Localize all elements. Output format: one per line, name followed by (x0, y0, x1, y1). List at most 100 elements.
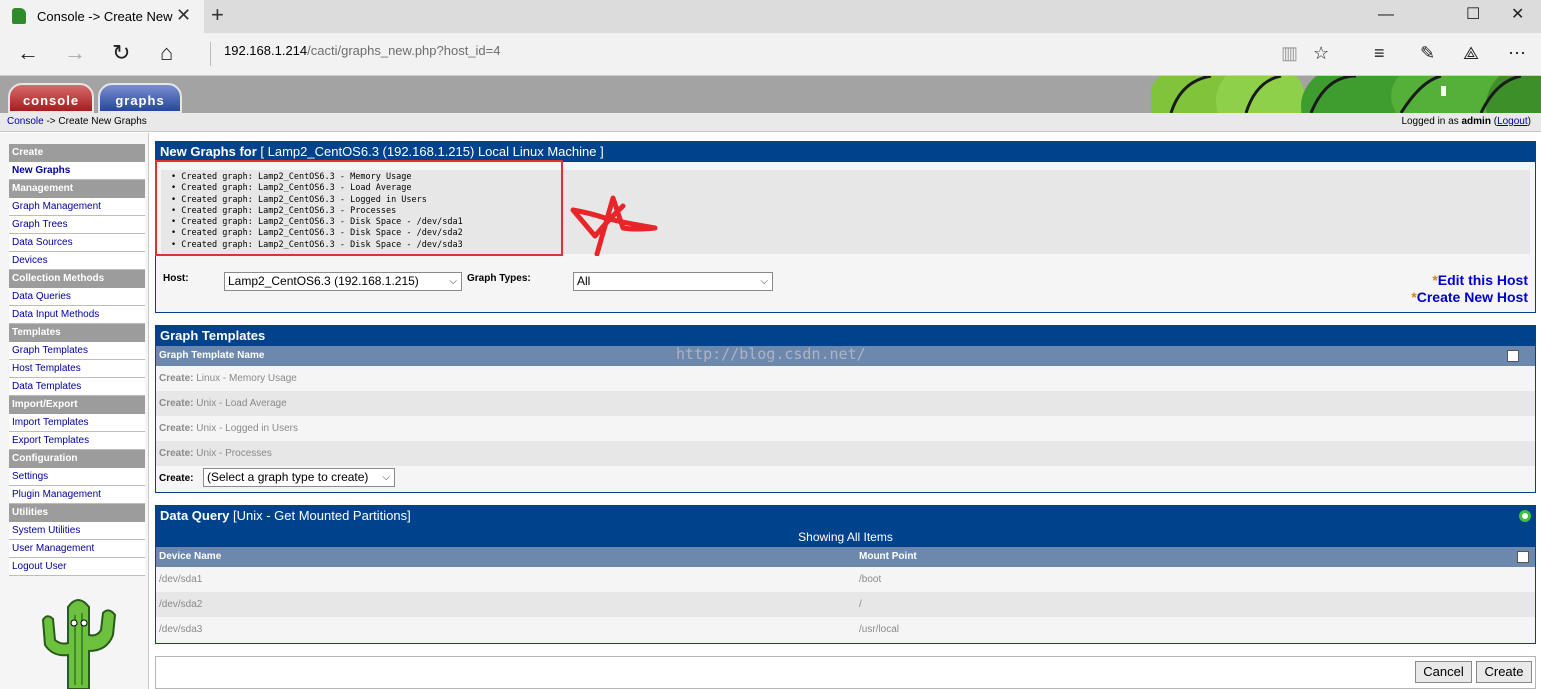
sidebar-item-system-utilities[interactable]: System Utilities (9, 522, 145, 540)
new-graphs-header: New Graphs for [ Lamp2_CentOS6.3 (192.16… (156, 142, 1535, 162)
maximize-icon[interactable]: ☐ (1466, 6, 1480, 24)
sidebar-item-export-templates[interactable]: Export Templates (9, 432, 145, 450)
graph-types-label: Graph Types: (467, 273, 531, 284)
menu-section-heading: Utilities (9, 504, 145, 522)
cacti-favicon-icon (12, 8, 26, 24)
graph-template-row[interactable]: Create: Unix - Logged in Users (156, 416, 1535, 441)
console-menu: Create New Graphs Management Graph Manageme… (9, 144, 145, 576)
graph-template-row[interactable]: Create: Unix - Processes (156, 441, 1535, 466)
address-bar[interactable]: 192.168.1.214/cacti/graphs_new.php?host_… (210, 42, 1270, 66)
graph-types-select[interactable]: All ⌵ (573, 272, 773, 291)
select-all-items-checkbox[interactable] (1517, 551, 1529, 563)
action-bar: Cancel Create (155, 656, 1536, 689)
reading-view-icon[interactable]: ▥ (1281, 42, 1298, 64)
browser-tab[interactable]: Console -> Create New ✕ (0, 0, 204, 33)
sidebar-item-plugin-management[interactable]: Plugin Management (9, 486, 145, 504)
created-graph-message: Created graph: Lamp2_CentOS6.3 - Disk Sp… (171, 228, 462, 239)
menu-section-heading: Collection Methods (9, 270, 145, 288)
create-host-link[interactable]: *Create New Host (1411, 289, 1528, 305)
sidebar-item-data-templates[interactable]: Data Templates (9, 378, 145, 396)
sidebar-item-data-input-methods[interactable]: Data Input Methods (9, 306, 145, 324)
menu-section-heading: Create (9, 144, 145, 162)
data-query-list: /dev/sda1/boot/dev/sda2 / /dev/sda3/usr/lo… (156, 567, 1535, 642)
cactus-banner-image (1151, 76, 1541, 113)
tab-console[interactable]: console (8, 83, 94, 113)
back-icon[interactable]: ← (17, 41, 39, 65)
sidebar-item-user-management[interactable]: User Management (9, 540, 145, 558)
graph-type-create-select[interactable]: (Select a graph type to create) ⌵ (203, 468, 395, 487)
home-icon[interactable]: ⌂ (160, 41, 173, 65)
data-query-row[interactable]: /dev/sda2 / (156, 592, 1535, 617)
mount-point: / (859, 599, 862, 610)
graph-template-row[interactable]: Create: Linux - Memory Usage (156, 366, 1535, 391)
new-tab-icon[interactable]: + (211, 3, 224, 27)
graph-templates-header: Graph Templates (156, 326, 1535, 346)
data-query-column-header: Device Name Mount Point (156, 547, 1535, 567)
refresh-icon[interactable]: ↻ (112, 41, 130, 65)
host-select-value: Lamp2_CentOS6.3 (192.168.1.215) (228, 274, 419, 288)
hub-icon[interactable]: ≡ (1374, 42, 1385, 64)
mount-point: /boot (859, 574, 882, 585)
chevron-down-icon: ⌵ (449, 276, 457, 287)
browser-tab-title: Console -> Create New (37, 9, 173, 24)
device-name: /dev/sda2 (159, 599, 203, 610)
mount-point: /usr/local (859, 624, 900, 635)
sidebar-item-data-queries[interactable]: Data Queries (9, 288, 145, 306)
graph-template-row[interactable]: Create: Unix - Load Average (156, 391, 1535, 416)
sidebar-item-graph-management[interactable]: Graph Management (9, 198, 145, 216)
sidebar-item-graph-templates[interactable]: Graph Templates (9, 342, 145, 360)
host-filter-row: Host: Lamp2_CentOS6.3 (192.168.1.215) ⌵ G… (156, 270, 1535, 310)
graph-template-name: Unix - Logged in Users (193, 423, 298, 434)
tab-graphs[interactable]: graphs (98, 83, 182, 113)
graph-template-name: Linux - Memory Usage (193, 373, 297, 384)
logout-link[interactable]: Logout (1497, 116, 1528, 127)
favorite-star-icon[interactable]: ☆ (1313, 42, 1329, 64)
cactus-logo-image (41, 599, 117, 689)
breadcrumb-bar: Console -> Create New Graphs Logged in a… (0, 113, 1541, 132)
status-indicator-icon (1519, 510, 1531, 522)
cancel-button[interactable]: Cancel (1415, 661, 1472, 683)
window-close-icon[interactable]: ✕ (1511, 6, 1524, 24)
create-prefix: Create: (159, 373, 194, 384)
edit-host-label: Edit this Host (1437, 272, 1528, 288)
sidebar-item-devices[interactable]: Devices (9, 252, 145, 270)
message-area: Created graph: Lamp2_CentOS6.3 - Memory … (161, 170, 1530, 254)
device-name: /dev/sda1 (159, 574, 203, 585)
minimize-icon[interactable]: — (1378, 6, 1394, 24)
data-query-header: Data Query [Unix - Get Mounted Partition… (156, 506, 1535, 526)
watermark: http://blog.csdn.net/ (676, 345, 866, 363)
breadcrumb-current: -> Create New Graphs (43, 116, 147, 127)
graph-template-name-heading: Graph Template Name (159, 350, 265, 361)
host-select[interactable]: Lamp2_CentOS6.3 (192.168.1.215) ⌵ (224, 272, 462, 291)
data-query-row[interactable]: /dev/sda3/usr/local (156, 617, 1535, 642)
close-tab-icon[interactable]: ✕ (176, 5, 191, 25)
sidebar-item-host-templates[interactable]: Host Templates (9, 360, 145, 378)
showing-all-items: Showing All Items (156, 526, 1535, 547)
more-icon[interactable]: ⋯ (1508, 42, 1526, 64)
sidebar-item-graph-trees[interactable]: Graph Trees (9, 216, 145, 234)
forward-icon[interactable]: → (64, 41, 86, 65)
share-icon[interactable]: ⟁ (1463, 42, 1479, 64)
sidebar-item-logout-user[interactable]: Logout User (9, 558, 145, 576)
web-note-icon[interactable]: ✎ (1420, 42, 1435, 64)
created-graphs-list: Created graph: Lamp2_CentOS6.3 - Memory … (171, 172, 462, 251)
create-graph-row: Create: (Select a graph type to create) ⌵ (156, 466, 1535, 490)
breadcrumb: Console -> Create New Graphs (7, 113, 147, 131)
sidebar-item-new-graphs[interactable]: New Graphs (9, 162, 145, 180)
data-query-row[interactable]: /dev/sda1/boot (156, 567, 1535, 592)
sidebar-item-data-sources[interactable]: Data Sources (9, 234, 145, 252)
chevron-down-icon: ⌵ (382, 472, 390, 483)
sidebar-item-settings[interactable]: Settings (9, 468, 145, 486)
new-graphs-title: New Graphs for (160, 144, 257, 159)
select-all-templates-checkbox[interactable] (1507, 350, 1519, 362)
create-prefix: Create: (159, 423, 194, 434)
breadcrumb-console-link[interactable]: Console (7, 116, 44, 127)
chevron-down-icon: ⌵ (760, 276, 768, 287)
edit-host-link[interactable]: *Edit this Host (1432, 272, 1528, 288)
menu-section-heading: Import/Export (9, 396, 145, 414)
create-button[interactable]: Create (1476, 661, 1532, 683)
data-query-panel: Data Query [Unix - Get Mounted Partition… (155, 505, 1536, 644)
graph-type-create-value: (Select a graph type to create) (207, 470, 369, 484)
sidebar-item-import-templates[interactable]: Import Templates (9, 414, 145, 432)
login-status: Logged in as admin (Logout) (1401, 116, 1531, 127)
